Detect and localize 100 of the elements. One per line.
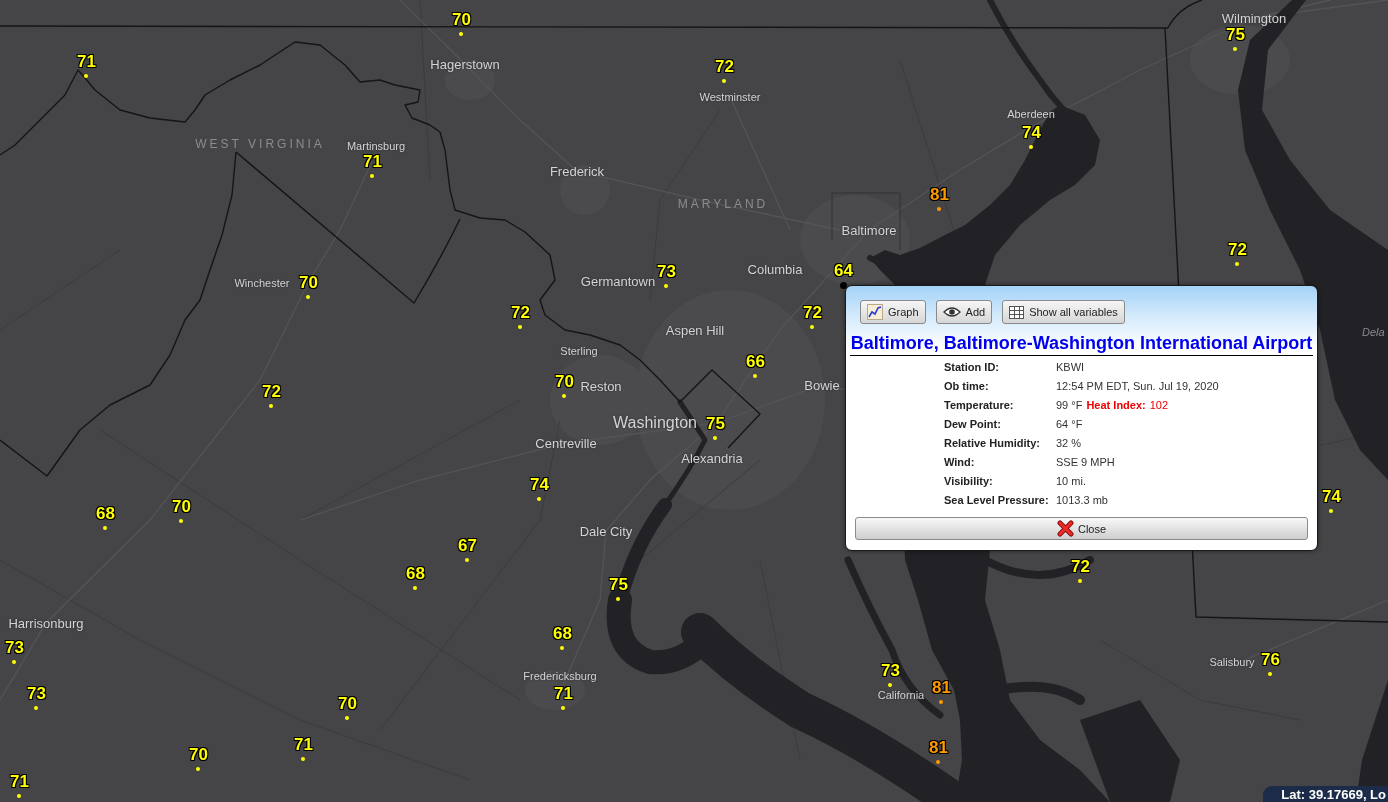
- field-value: 32 %: [1056, 436, 1083, 451]
- field-label: Dew Point:: [944, 417, 1002, 432]
- temperature-label: 72: [803, 304, 822, 322]
- temperature-label: 71: [363, 153, 382, 171]
- temperature-label: 72: [715, 58, 734, 76]
- station-dot-icon[interactable]: [196, 767, 200, 771]
- city-label: Centreville: [535, 436, 597, 450]
- station-dot-icon[interactable]: [1029, 145, 1033, 149]
- station-dot-icon[interactable]: [560, 646, 564, 650]
- city-label: Alexandria: [681, 451, 743, 465]
- city-label: Columbia: [747, 262, 803, 276]
- field-label: Relative Humidity:: [944, 436, 1041, 451]
- city-label: Hagerstown: [430, 57, 500, 71]
- station-dot-icon[interactable]: [722, 79, 726, 83]
- station-dot-icon[interactable]: [1268, 672, 1272, 676]
- station-dot-icon[interactable]: [939, 700, 943, 704]
- station-dot-icon[interactable]: [269, 404, 273, 408]
- city-label: Aspen Hill: [665, 323, 725, 337]
- temperature-label: 70: [452, 11, 471, 29]
- station-dot-icon[interactable]: [537, 497, 541, 501]
- temperature-label: 68: [553, 625, 572, 643]
- state-label: WEST VIRGINIA: [195, 138, 325, 150]
- city-label: Washington: [613, 415, 697, 431]
- station-dot-icon[interactable]: [12, 660, 16, 664]
- variables-button[interactable]: Show all variables: [1002, 300, 1125, 324]
- temperature-label: 66: [746, 353, 765, 371]
- station-dot-icon[interactable]: [345, 716, 349, 720]
- temperature-label: 72: [1228, 241, 1247, 259]
- station-dot-icon[interactable]: [179, 519, 183, 523]
- temperature-label: 72: [511, 304, 530, 322]
- city-label: California: [877, 689, 925, 701]
- close-button[interactable]: Close: [855, 517, 1308, 540]
- temperature-label: 71: [294, 736, 313, 754]
- city-label: Aberdeen: [1007, 108, 1055, 120]
- heat-index-label: Heat Index:: [1086, 398, 1146, 413]
- station-dot-icon[interactable]: [413, 586, 417, 590]
- city-label: Salisbury: [1209, 656, 1255, 668]
- temperature-label: 73: [881, 662, 900, 680]
- station-dot-icon[interactable]: [753, 374, 757, 378]
- station-dot-icon[interactable]: [1078, 579, 1082, 583]
- station-dot-icon[interactable]: [810, 325, 814, 329]
- temperature-label: 72: [1071, 558, 1090, 576]
- city-label: Reston: [580, 379, 622, 393]
- station-dot-icon[interactable]: [562, 394, 566, 398]
- field-label: Temperature:: [944, 398, 1015, 413]
- temperature-label: 74: [530, 476, 549, 494]
- station-dot-icon[interactable]: [306, 295, 310, 299]
- station-dot-icon[interactable]: [1329, 509, 1333, 513]
- station-dot-icon[interactable]: [664, 284, 668, 288]
- temperature-label: 75: [1226, 26, 1245, 44]
- station-dot-icon[interactable]: [1233, 47, 1237, 51]
- temperature-label: 76: [1261, 651, 1280, 669]
- station-dot-icon[interactable]: [370, 174, 374, 178]
- station-dot-icon[interactable]: [840, 282, 847, 289]
- field-label: Station ID:: [944, 360, 1000, 375]
- temperature-label: 73: [27, 685, 46, 703]
- station-dot-icon[interactable]: [17, 794, 21, 798]
- water-label: Dela: [1362, 326, 1385, 338]
- station-dot-icon[interactable]: [713, 436, 717, 440]
- city-label: Fredericksburg: [523, 670, 597, 682]
- station-dot-icon[interactable]: [936, 760, 940, 764]
- temperature-label: 70: [338, 695, 357, 713]
- graph-button[interactable]: Graph: [860, 300, 926, 324]
- eye-icon: [942, 306, 961, 318]
- field-label: Ob time:: [944, 379, 990, 394]
- station-dot-icon[interactable]: [616, 597, 620, 601]
- city-label: Westminster: [699, 91, 761, 103]
- station-dot-icon[interactable]: [103, 526, 107, 530]
- field-value: 1013.3 mb: [1056, 493, 1109, 508]
- state-label: MARYLAND: [677, 198, 769, 210]
- temperature-label: 75: [609, 576, 628, 594]
- station-dot-icon[interactable]: [937, 207, 941, 211]
- station-dot-icon[interactable]: [34, 706, 38, 710]
- station-dot-icon[interactable]: [465, 558, 469, 562]
- temperature-label: 70: [172, 498, 191, 516]
- temperature-label: 67: [458, 537, 477, 555]
- station-dot-icon[interactable]: [1235, 262, 1239, 266]
- station-dot-icon[interactable]: [84, 74, 88, 78]
- station-dot-icon[interactable]: [518, 325, 522, 329]
- station-dot-icon[interactable]: [561, 706, 565, 710]
- city-label: Martinsburg: [346, 140, 406, 152]
- popup-title: Baltimore, Baltimore-Washington International Airport: [850, 332, 1313, 356]
- city-label: Wilmington: [1221, 11, 1287, 25]
- temperature-label: 81: [930, 186, 949, 204]
- temperature-label: 70: [299, 274, 318, 292]
- station-dot-icon[interactable]: [301, 757, 305, 761]
- temperature-label: 81: [929, 739, 948, 757]
- station-dot-icon[interactable]: [888, 683, 892, 687]
- city-label: Baltimore: [841, 223, 897, 237]
- field-value: KBWI: [1056, 360, 1086, 375]
- heat-index-value: 102: [1149, 398, 1169, 413]
- field-value: 10 mi.: [1056, 474, 1087, 489]
- field-label: Visibility:: [944, 474, 994, 489]
- temperature-label: 64: [834, 262, 853, 280]
- temperature-label: 70: [189, 746, 208, 764]
- temperature-label: 81: [932, 679, 951, 697]
- city-label: Harrisonburg: [8, 616, 84, 630]
- station-dot-icon[interactable]: [459, 32, 463, 36]
- add-button[interactable]: Add: [935, 300, 993, 324]
- temperature-label: 71: [554, 685, 573, 703]
